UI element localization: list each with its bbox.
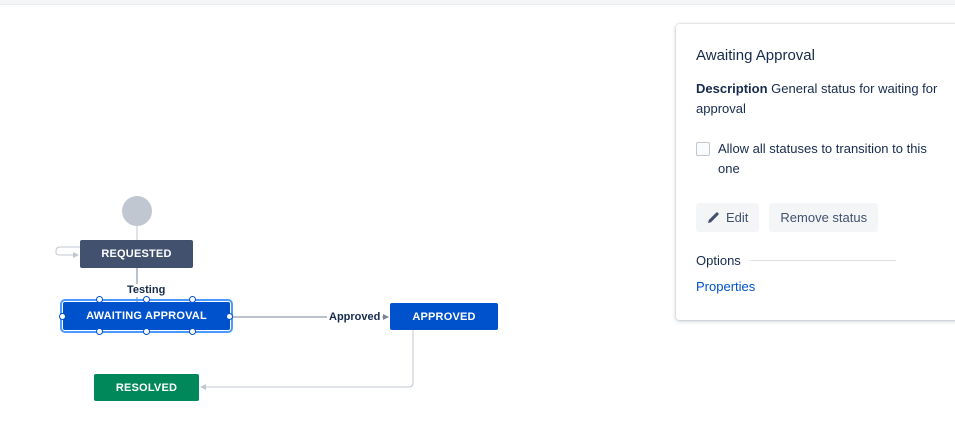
remove-status-button[interactable]: Remove status (769, 203, 879, 232)
start-node (122, 196, 152, 226)
resize-handle-bottom-right[interactable] (189, 328, 196, 335)
allow-all-transitions-label[interactable]: Allow all statuses to transition to this… (718, 139, 928, 179)
arrow-awaiting-approved (383, 314, 389, 320)
edit-button[interactable]: Edit (696, 203, 760, 232)
status-node-resolved[interactable]: RESOLVED (94, 374, 199, 401)
panel-title: Awaiting Approval (696, 47, 815, 64)
properties-link[interactable]: Properties (696, 279, 755, 294)
status-node-requested[interactable]: REQUESTED (80, 240, 193, 268)
status-node-approved[interactable]: APPROVED (390, 303, 498, 330)
allow-all-transitions-checkbox[interactable] (696, 142, 710, 156)
transition-label-approved[interactable]: Approved (327, 311, 383, 324)
pencil-icon (707, 211, 720, 224)
resize-handle-top-right[interactable] (189, 296, 196, 303)
status-details-panel: Awaiting Approval Description General st… (676, 24, 955, 320)
resize-handle-bottom-center[interactable] (143, 328, 150, 335)
options-divider (748, 260, 896, 261)
edit-button-label: Edit (726, 210, 749, 225)
arrow-requested-self-loop (73, 252, 79, 258)
options-title: Options (696, 253, 741, 268)
status-node-awaiting-approval[interactable]: AWAITING APPROVAL (60, 299, 233, 333)
resize-handle-left[interactable] (59, 313, 66, 320)
resize-handle-right[interactable] (226, 313, 233, 320)
edge-approved-resolved (206, 330, 414, 388)
options-section-header: Options (696, 253, 946, 268)
resize-handle-top-left[interactable] (96, 296, 103, 303)
description-label: Description (696, 81, 768, 96)
resize-handle-bottom-left[interactable] (96, 328, 103, 335)
arrow-approved-resolved (200, 384, 206, 390)
allow-all-transitions-row[interactable]: Allow all statuses to transition to this… (696, 139, 946, 179)
status-description: Description General status for waiting f… (696, 79, 941, 119)
resize-handle-top-center[interactable] (143, 296, 150, 303)
panel-actions: Edit Remove status (696, 203, 946, 232)
